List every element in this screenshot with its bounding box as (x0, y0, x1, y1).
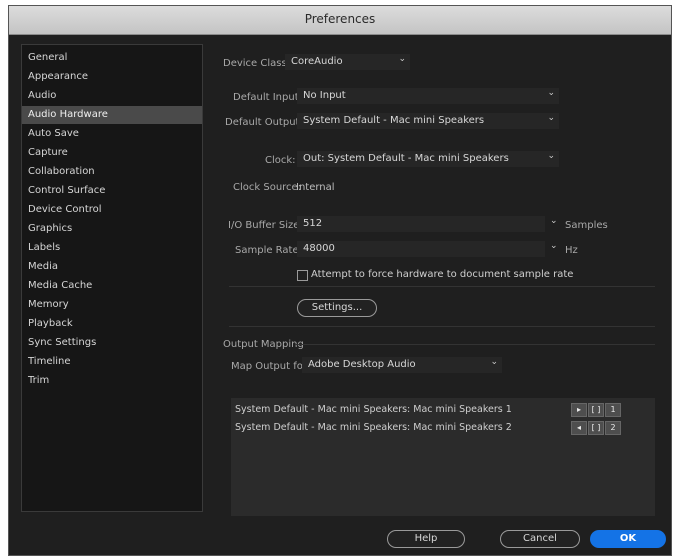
channel-number-1[interactable]: 1 (605, 403, 621, 417)
map-output-value: Adobe Desktop Audio (308, 359, 416, 370)
sidebar-item-labels[interactable]: Labels (22, 239, 202, 257)
map-output-label: Map Output for: (231, 361, 311, 372)
sidebar-item-control-surface[interactable]: Control Surface (22, 182, 202, 200)
divider (295, 344, 655, 345)
sidebar-item-capture[interactable]: Capture (22, 144, 202, 162)
sidebar-item-playback[interactable]: Playback (22, 315, 202, 333)
sidebar-item-memory[interactable]: Memory (22, 296, 202, 314)
chevron-down-icon: ⌄ (547, 151, 555, 161)
clock-dropdown[interactable]: Out: System Default - Mac mini Speakers … (297, 151, 559, 167)
settings-button[interactable]: Settings... (297, 299, 377, 317)
divider (229, 286, 655, 287)
sidebar-item-appearance[interactable]: Appearance (22, 68, 202, 86)
default-output-label: Default Output: (225, 117, 303, 128)
output-mapping-heading: Output Mapping (223, 339, 304, 350)
sample-rate-unit: Hz (565, 245, 578, 256)
sample-rate-chevron-down-icon[interactable]: ⌄ (550, 241, 558, 251)
mapping-row-label: System Default - Mac mini Speakers: Mac … (235, 404, 512, 415)
sidebar: General Appearance Audio Audio Hardware … (21, 44, 203, 512)
sidebar-item-media-cache[interactable]: Media Cache (22, 277, 202, 295)
sidebar-item-graphics[interactable]: Graphics (22, 220, 202, 238)
buffer-size-value: 512 (303, 218, 323, 229)
sample-rate-field[interactable]: 48000 (297, 241, 545, 257)
output-mapping-list: System Default - Mac mini Speakers: Mac … (231, 398, 655, 516)
default-input-dropdown[interactable]: No Input ⌄ (297, 88, 559, 104)
divider (229, 326, 655, 327)
clock-label: Clock: (265, 155, 296, 166)
preferences-dialog: Preferences General Appearance Audio Aud… (8, 5, 672, 556)
device-class-dropdown[interactable]: CoreAudio ⌄ (285, 54, 410, 70)
window-title: Preferences (304, 12, 376, 26)
mapping-row-1[interactable]: System Default - Mac mini Speakers: Mac … (231, 402, 512, 418)
chevron-down-icon: ⌄ (398, 54, 406, 64)
sidebar-item-device-control[interactable]: Device Control (22, 201, 202, 219)
device-class-label: Device Class: (223, 58, 291, 69)
cancel-button[interactable]: Cancel (500, 530, 580, 548)
ok-button[interactable]: OK (590, 530, 666, 548)
default-input-label: Default Input: (233, 92, 302, 103)
title-bar[interactable]: Preferences (9, 6, 671, 35)
buffer-size-unit: Samples (565, 220, 608, 231)
sidebar-item-auto-save[interactable]: Auto Save (22, 125, 202, 143)
sidebar-item-media[interactable]: Media (22, 258, 202, 276)
sample-rate-value: 48000 (303, 243, 335, 254)
clock-source-value: Internal (296, 182, 335, 193)
sidebar-item-general[interactable]: General (22, 49, 202, 67)
channel-number-2[interactable]: 2 (605, 421, 621, 435)
chevron-down-icon: ⌄ (547, 113, 555, 123)
buffer-size-field[interactable]: 512 (297, 216, 545, 232)
sidebar-item-audio[interactable]: Audio (22, 87, 202, 105)
sidebar-item-collaboration[interactable]: Collaboration (22, 163, 202, 181)
mapping-row-label: System Default - Mac mini Speakers: Mac … (235, 422, 512, 433)
channel-bracket-icon[interactable]: [ ] (588, 421, 604, 435)
clock-value: Out: System Default - Mac mini Speakers (303, 153, 509, 164)
mapping-row-2[interactable]: System Default - Mac mini Speakers: Mac … (231, 420, 512, 436)
default-output-dropdown[interactable]: System Default - Mac mini Speakers ⌄ (297, 113, 559, 129)
clock-source-label: Clock Source: (233, 182, 302, 193)
speaker-in-icon[interactable]: ◂ (571, 421, 587, 435)
sample-rate-label: Sample Rate: (235, 245, 302, 256)
force-sample-rate-checkbox[interactable] (297, 270, 308, 281)
buffer-size-label: I/O Buffer Size: (228, 220, 303, 231)
chevron-down-icon: ⌄ (490, 357, 498, 367)
sidebar-item-audio-hardware[interactable]: Audio Hardware (22, 106, 202, 124)
default-input-value: No Input (303, 90, 346, 101)
sidebar-item-sync-settings[interactable]: Sync Settings (22, 334, 202, 352)
help-button[interactable]: Help (387, 530, 465, 548)
sidebar-item-timeline[interactable]: Timeline (22, 353, 202, 371)
speaker-out-icon[interactable]: ▸ (571, 403, 587, 417)
default-output-value: System Default - Mac mini Speakers (303, 115, 485, 126)
sidebar-item-trim[interactable]: Trim (22, 372, 202, 390)
map-output-dropdown[interactable]: Adobe Desktop Audio ⌄ (302, 357, 502, 373)
channel-bracket-icon[interactable]: [ ] (588, 403, 604, 417)
chevron-down-icon: ⌄ (547, 88, 555, 98)
device-class-value: CoreAudio (291, 56, 343, 67)
force-sample-rate-label: Attempt to force hardware to document sa… (311, 269, 574, 280)
buffer-size-chevron-down-icon[interactable]: ⌄ (550, 216, 558, 226)
